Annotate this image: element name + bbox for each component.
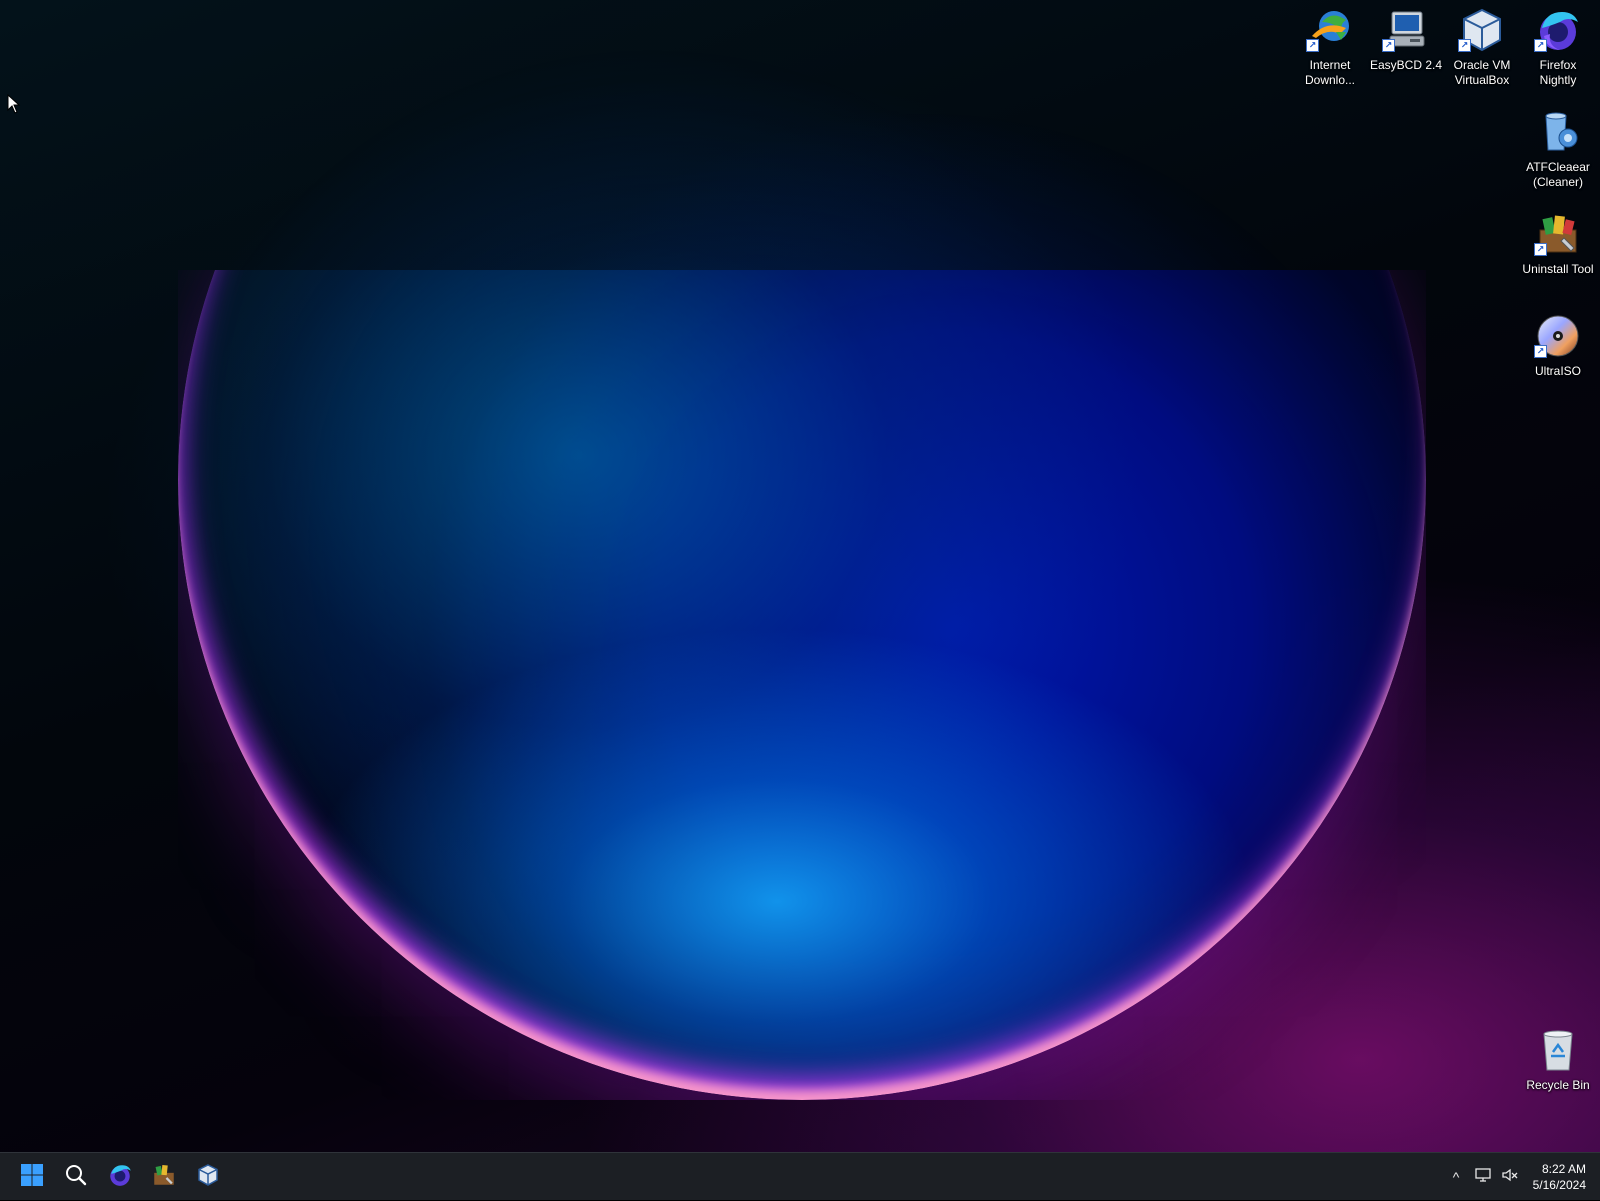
uninstall-tool-icon: ↗	[1534, 210, 1582, 258]
taskbar-uninstall-tool[interactable]	[144, 1157, 184, 1197]
recycle-bin-icon	[1534, 1026, 1582, 1074]
desktop-icon-label: (Cleaner)	[1532, 175, 1583, 189]
desktop-icon-label: UltraISO	[1534, 364, 1581, 378]
desktop-icon-label: EasyBCD 2.4	[1369, 58, 1443, 72]
desktop[interactable]: ↗ Internet Downlo... ↗ EasyBCD 2.4 ↗ Ora…	[0, 0, 1600, 1152]
search-button[interactable]	[56, 1157, 96, 1197]
virtualbox-icon: ↗	[1458, 6, 1506, 54]
chevron-up-icon: ^	[1452, 1169, 1460, 1185]
desktop-icon-label: Oracle VM	[1453, 58, 1511, 72]
firefox-nightly-icon	[107, 1162, 133, 1193]
shortcut-arrow-icon: ↗	[1534, 243, 1547, 256]
network-display-icon	[1475, 1167, 1493, 1188]
windows-start-icon	[20, 1163, 44, 1192]
network-button[interactable]	[1472, 1153, 1496, 1201]
desktop-icon-firefox-nightly[interactable]: ↗ Firefox Nightly	[1520, 0, 1596, 88]
clock[interactable]: 8:22 AM 5/16/2024	[1533, 1161, 1586, 1193]
desktop-icon-label: VirtualBox	[1454, 73, 1510, 87]
desktop-icon-virtualbox[interactable]: ↗ Oracle VM VirtualBox	[1444, 0, 1520, 88]
taskbar-virtualbox[interactable]	[188, 1157, 228, 1197]
uninstall-tool-icon	[151, 1162, 177, 1193]
desktop-icon-easybcd[interactable]: ↗ EasyBCD 2.4	[1368, 0, 1444, 73]
start-button[interactable]	[12, 1157, 52, 1197]
desktop-icon-label: Firefox	[1539, 58, 1577, 72]
desktop-icon-uninstall-tool[interactable]: ↗ Uninstall Tool	[1520, 204, 1596, 277]
search-icon	[64, 1163, 88, 1192]
firefox-nightly-icon: ↗	[1534, 6, 1582, 54]
speaker-muted-icon	[1501, 1167, 1519, 1188]
desktop-icon-label: Uninstall Tool	[1522, 262, 1594, 276]
desktop-icon-label: Internet	[1309, 58, 1351, 72]
shortcut-arrow-icon: ↗	[1458, 39, 1471, 52]
easybcd-icon: ↗	[1382, 6, 1430, 54]
virtualbox-icon	[196, 1163, 220, 1192]
taskbar: ^ 8:22 AM 5/16/2024	[0, 1152, 1600, 1200]
shortcut-arrow-icon: ↗	[1306, 39, 1319, 52]
atfcleaner-icon	[1534, 108, 1582, 156]
desktop-icon-label: ATFCleaear	[1526, 160, 1590, 174]
shortcut-arrow-icon: ↗	[1382, 39, 1395, 52]
desktop-icon-ultraiso[interactable]: ↗ UltraISO	[1520, 306, 1596, 379]
ultraiso-icon: ↗	[1534, 312, 1582, 360]
desktop-icon-atfcleaner[interactable]: ATFCleaear (Cleaner)	[1520, 102, 1596, 190]
shortcut-arrow-icon: ↗	[1534, 39, 1547, 52]
clock-time: 8:22 AM	[1541, 1162, 1586, 1176]
show-hidden-icons-button[interactable]: ^	[1444, 1153, 1468, 1201]
desktop-icon-label: Downlo...	[1304, 73, 1356, 87]
desktop-icon-recycle-bin[interactable]: Recycle Bin	[1520, 1020, 1596, 1093]
shortcut-arrow-icon: ↗	[1534, 345, 1547, 358]
taskbar-firefox-nightly[interactable]	[100, 1157, 140, 1197]
internet-download-manager-icon: ↗	[1306, 6, 1354, 54]
clock-date: 5/16/2024	[1532, 1178, 1586, 1192]
volume-button[interactable]	[1498, 1153, 1522, 1201]
desktop-icon-label: Recycle Bin	[1526, 1078, 1590, 1092]
desktop-icon-internet-download-manager[interactable]: ↗ Internet Downlo...	[1292, 0, 1368, 88]
desktop-icon-label: Nightly	[1539, 73, 1577, 87]
